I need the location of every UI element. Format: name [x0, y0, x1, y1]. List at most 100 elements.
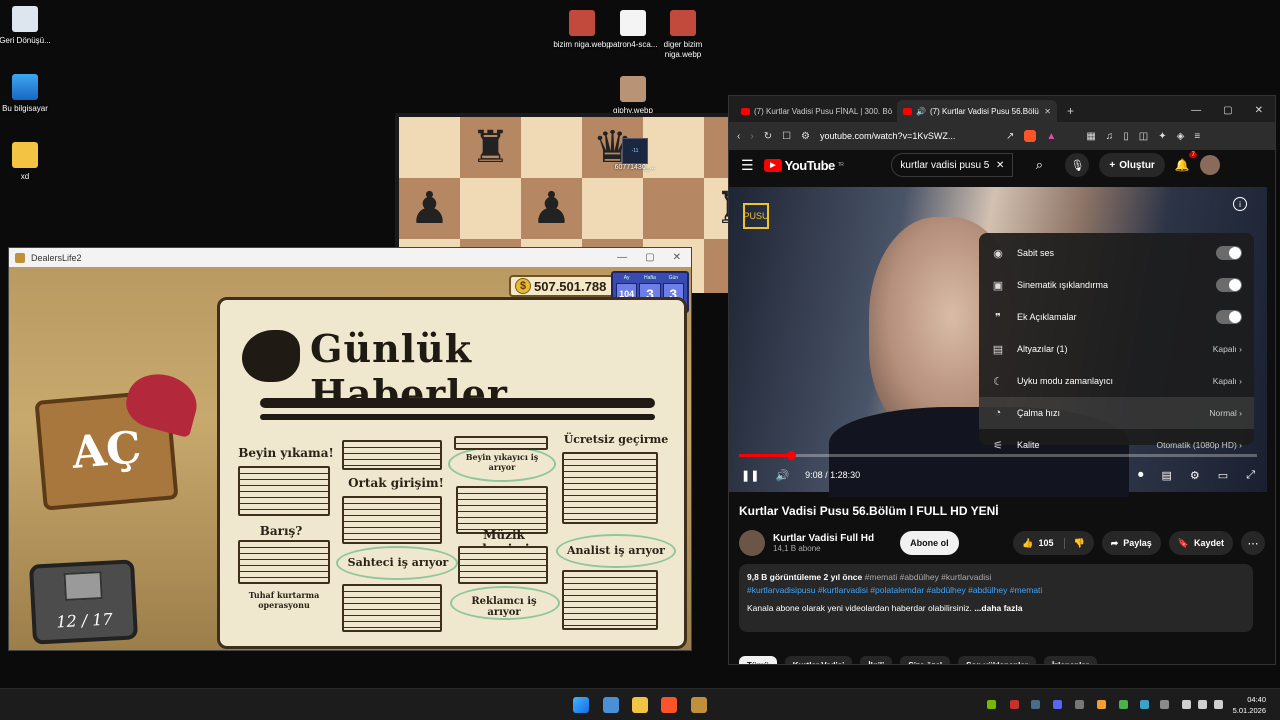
show-more-link[interactable]: ...daha fazla	[974, 603, 1022, 613]
minimize-icon[interactable]: —	[617, 252, 627, 263]
save-button[interactable]: 🔖 Kaydet	[1168, 531, 1233, 555]
ai-icon[interactable]: ✦	[1158, 131, 1166, 142]
channel-name[interactable]: Kurtlar Vadisi Full Hd	[773, 533, 874, 544]
toggle-switch[interactable]	[1216, 278, 1242, 292]
menu-item-annotations[interactable]: ❞ Ek Açıklamalar	[979, 301, 1254, 333]
toggle-switch[interactable]	[1216, 310, 1242, 324]
more-options-icon[interactable]: ⋯	[1241, 531, 1265, 555]
volume-icon[interactable]	[1198, 700, 1207, 709]
desktop-icon-giphy[interactable]: giphy.webp	[601, 76, 665, 116]
extensions-icon[interactable]: ▦	[1086, 131, 1095, 142]
dealerslife-taskbar-icon[interactable]	[691, 697, 707, 713]
chess-square[interactable]	[704, 239, 728, 293]
chip-watched[interactable]: İzlenenler	[1043, 656, 1097, 664]
minimize-icon[interactable]: —	[1191, 105, 1201, 116]
media-icon[interactable]: ♫	[1106, 131, 1114, 142]
chess-square[interactable]	[643, 178, 704, 239]
menu-item-subtitles[interactable]: ▤ Altyazılar (1) Kapalı ›	[979, 333, 1254, 365]
progress-bar[interactable]	[739, 451, 1257, 460]
chip-for-you[interactable]: Size özel	[900, 656, 951, 664]
close-icon[interactable]: ✕	[1255, 105, 1263, 116]
thumbs-down-icon[interactable]: 👎	[1064, 537, 1085, 549]
chip-recent[interactable]: Son yüklenenler	[958, 656, 1036, 664]
chess-square[interactable]: ♜	[460, 117, 521, 178]
desktop-icon-diger[interactable]: diger bizim niga.webp	[651, 10, 715, 60]
desktop-icon-this-pc[interactable]: Bu bilgisayar	[0, 74, 57, 114]
headline[interactable]: Barış?	[246, 524, 316, 538]
subtitles-icon[interactable]: ▤	[1162, 469, 1172, 482]
subscribe-button[interactable]: Abone ol	[900, 531, 959, 555]
battery-icon[interactable]	[1214, 700, 1223, 709]
tray-app-icon[interactable]	[1097, 700, 1106, 709]
chess-square[interactable]: ♜	[704, 178, 728, 239]
info-icon[interactable]: i	[1233, 197, 1247, 211]
maximize-icon[interactable]: ▢	[645, 252, 654, 263]
like-button[interactable]: 👍 105 👎	[1013, 531, 1094, 555]
search-input[interactable]: kurtlar vadisi pusu 5 ✕	[891, 153, 1014, 177]
toggle-switch[interactable]	[1216, 246, 1242, 260]
headline[interactable]: Ücretsiz geçirme	[556, 433, 676, 446]
game-scene[interactable]: $ 507.501.788 Ay Hafta Gün 104 3 3 AÇ 12…	[9, 267, 691, 650]
chess-square[interactable]: ♟	[521, 178, 582, 239]
site-info-icon[interactable]: ⚙	[801, 131, 810, 142]
tray-nvidia-icon[interactable]	[987, 700, 996, 709]
vpn-icon[interactable]: ◈	[1177, 131, 1185, 142]
network-icon[interactable]	[1182, 700, 1191, 709]
customer-counter[interactable]: 12 / 17	[28, 559, 139, 645]
menu-item-playback-speed[interactable]: ◔ Çalma hızı Normal ›	[979, 397, 1254, 429]
menu-item-ambient[interactable]: ▣ Sinematik ışıklandırma	[979, 269, 1254, 301]
clock[interactable]: 04:40 5.01.2026	[1233, 694, 1266, 716]
dealerslife-titlebar[interactable]: DealersLife2 — ▢ ✕	[9, 248, 691, 267]
forward-icon[interactable]: ›	[750, 131, 753, 142]
desktop-icon-folder[interactable]: xd	[0, 142, 57, 182]
volume-icon[interactable]: 🔊	[775, 469, 789, 482]
channel-avatar[interactable]	[739, 530, 765, 556]
brave-shields-icon[interactable]	[1024, 130, 1037, 142]
chip-kurtlar-vadisi[interactable]: Kurtlar Vadisi	[784, 656, 853, 664]
share-button[interactable]: ➦ Paylaş	[1101, 531, 1161, 555]
file-explorer-icon[interactable]	[632, 697, 648, 713]
menu-item-sleep-timer[interactable]: ☾ Uyku modu zamanlayıcı Kapalı ›	[979, 365, 1254, 397]
dealerslife-window[interactable]: DealersLife2 — ▢ ✕ $ 507.501.788 Ay Haft…	[8, 247, 692, 651]
rewards-icon[interactable]: ▲	[1046, 131, 1056, 142]
menu-icon[interactable]: ≡	[1194, 131, 1200, 142]
fullscreen-icon[interactable]: ⤢	[1246, 469, 1255, 482]
video-player[interactable]: PUSU i ◉ Sabit ses ▣ Sinematik ışıklandı…	[729, 187, 1267, 497]
headline[interactable]: Ortak girişim!	[338, 476, 454, 490]
url-field[interactable]: youtube.com/watch?v=1KvSWZ...	[820, 131, 996, 141]
autoplay-toggle-icon[interactable]: ⏺	[1138, 469, 1144, 482]
close-tab-icon[interactable]: ✕	[1044, 107, 1051, 116]
headline[interactable]: Beyin yıkama!	[236, 446, 336, 460]
tab-video-56[interactable]: 🔊 (7) Kurtlar Vadisi Pusu 56.Bölü ✕	[897, 100, 1057, 122]
avatar[interactable]	[1199, 155, 1220, 175]
chip-related[interactable]: İlgili	[860, 656, 893, 664]
mic-icon[interactable]: 🎙	[1065, 153, 1090, 177]
maximize-icon[interactable]: ▢	[1223, 105, 1232, 116]
tray-app-icon[interactable]	[1119, 700, 1128, 709]
desktop-icon-overlay[interactable]: -11 60771430_...	[610, 138, 660, 171]
create-button[interactable]: + Oluştur	[1099, 153, 1165, 177]
menu-item-stable-volume[interactable]: ◉ Sabit ses	[979, 237, 1254, 269]
new-tab-icon[interactable]: +	[1059, 104, 1082, 122]
browser-window[interactable]: (7) Kurtlar Vadisi Pusu FİNAL | 300. Bö …	[728, 95, 1276, 665]
tray-discord-icon[interactable]	[1053, 700, 1062, 709]
theater-mode-icon[interactable]: ▭	[1218, 469, 1228, 482]
newspaper[interactable]: Günlük Haberler Beyin yıkama! Ortak giri…	[217, 297, 687, 649]
tray-steam-icon[interactable]	[1031, 700, 1040, 709]
tray-app-icon[interactable]	[1010, 700, 1019, 709]
description-box[interactable]: 9,8 B görüntüleme 2 yıl önce #memati #ab…	[739, 564, 1253, 632]
chess-square[interactable]	[399, 117, 460, 178]
clear-icon[interactable]: ✕	[996, 160, 1004, 171]
tab-video-final[interactable]: (7) Kurtlar Vadisi Pusu FİNAL | 300. Bö	[735, 100, 895, 122]
chess-square[interactable]: ♟	[399, 178, 460, 239]
headline[interactable]: Tuhaf kurtarma operasyonu	[238, 590, 330, 610]
tray-chevron-icon[interactable]	[1075, 700, 1084, 709]
bell-icon[interactable]: 🔔 7	[1175, 152, 1197, 172]
sidebar-icon[interactable]: ▯	[1123, 131, 1129, 142]
reload-icon[interactable]: ↻	[764, 131, 772, 142]
close-icon[interactable]: ✕	[673, 252, 681, 263]
hamburger-icon[interactable]: ☰	[741, 157, 754, 174]
search-icon[interactable]: ⌕	[1023, 153, 1055, 177]
pause-icon[interactable]: ❚❚	[741, 469, 759, 482]
tray-app-icon[interactable]	[1140, 700, 1149, 709]
